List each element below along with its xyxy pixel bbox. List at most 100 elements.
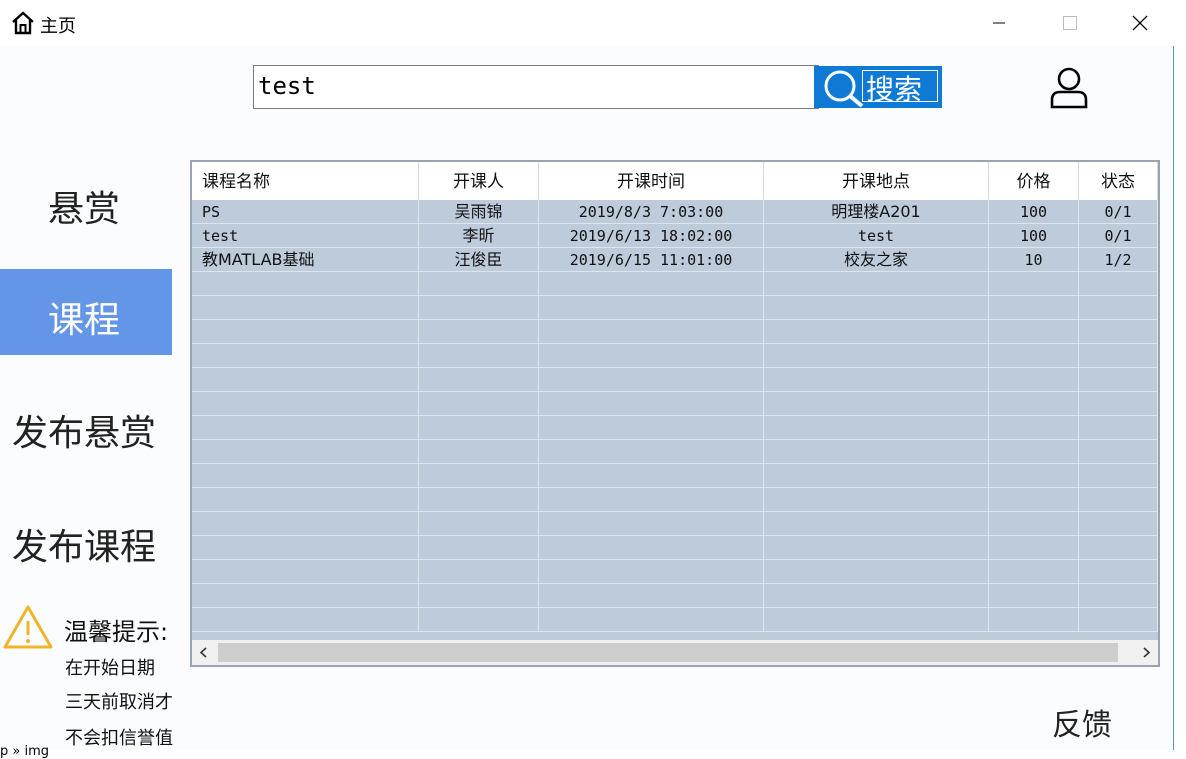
table-row[interactable] bbox=[192, 440, 1158, 464]
table-cell bbox=[192, 512, 419, 536]
table-cell bbox=[539, 512, 764, 536]
table-row[interactable] bbox=[192, 608, 1158, 632]
table-cell bbox=[192, 488, 419, 512]
warning-icon bbox=[3, 605, 53, 649]
column-header-status[interactable]: 状态 bbox=[1079, 162, 1158, 200]
table-cell bbox=[1079, 272, 1158, 296]
close-button[interactable] bbox=[1116, 4, 1162, 40]
table-cell bbox=[1079, 560, 1158, 584]
table-cell bbox=[539, 560, 764, 584]
table-row[interactable] bbox=[192, 584, 1158, 608]
table-cell: 汪俊臣 bbox=[419, 248, 539, 272]
table-cell: 100 bbox=[989, 200, 1079, 224]
nav-item-label: 课程 bbox=[48, 300, 121, 341]
table-cell bbox=[1079, 440, 1158, 464]
search-input[interactable] bbox=[258, 68, 808, 104]
table-cell bbox=[192, 392, 419, 416]
table-cell bbox=[192, 272, 419, 296]
table-row[interactable]: 教MATLAB基础 汪俊臣 2019/6/15 11:01:00 校友之家 10 1/2 bbox=[192, 248, 1158, 272]
maximize-icon bbox=[1063, 16, 1077, 30]
table-cell: 教MATLAB基础 bbox=[192, 248, 419, 272]
search-button[interactable]: 搜索 bbox=[814, 66, 942, 108]
table-row[interactable] bbox=[192, 536, 1158, 560]
table-cell: 2019/6/15 11:01:00 bbox=[539, 248, 764, 272]
nav-item-label: 发布课程 bbox=[12, 527, 157, 568]
table-cell bbox=[989, 272, 1079, 296]
table-row[interactable] bbox=[192, 512, 1158, 536]
horizontal-scrollbar[interactable] bbox=[192, 640, 1158, 665]
nav-item-label: 发布悬赏 bbox=[12, 413, 157, 454]
table-row[interactable] bbox=[192, 488, 1158, 512]
table-cell bbox=[1079, 488, 1158, 512]
table-cell bbox=[989, 368, 1079, 392]
column-header-time[interactable]: 开课时间 bbox=[539, 162, 764, 200]
table-cell bbox=[764, 416, 989, 440]
column-header-instructor[interactable]: 开课人 bbox=[419, 162, 539, 200]
table-cell bbox=[539, 344, 764, 368]
table-cell bbox=[1079, 392, 1158, 416]
table-row[interactable] bbox=[192, 296, 1158, 320]
table-row[interactable] bbox=[192, 464, 1158, 488]
table-cell bbox=[419, 560, 539, 584]
maximize-button[interactable] bbox=[1046, 4, 1092, 40]
table-cell bbox=[989, 392, 1079, 416]
title-bar: 主页 bbox=[0, 0, 1174, 46]
column-header-course-name[interactable]: 课程名称 bbox=[192, 162, 419, 200]
table-row[interactable] bbox=[192, 272, 1158, 296]
nav-item-post-course[interactable]: 发布课程 bbox=[0, 496, 172, 582]
column-header-price[interactable]: 价格 bbox=[989, 162, 1079, 200]
table-cell bbox=[192, 416, 419, 440]
table-row[interactable] bbox=[192, 392, 1158, 416]
table-cell bbox=[192, 536, 419, 560]
nav-item-bounty[interactable]: 悬赏 bbox=[0, 158, 172, 244]
table-cell bbox=[192, 464, 419, 488]
table-row[interactable] bbox=[192, 368, 1158, 392]
table-cell bbox=[764, 560, 989, 584]
table-cell bbox=[989, 560, 1079, 584]
table-cell: 0/1 bbox=[1079, 200, 1158, 224]
table-cell bbox=[1079, 608, 1158, 632]
table-cell bbox=[989, 512, 1079, 536]
table-cell bbox=[419, 320, 539, 344]
column-header-location[interactable]: 开课地点 bbox=[764, 162, 989, 200]
user-icon[interactable] bbox=[1046, 66, 1092, 112]
scroll-right-icon[interactable] bbox=[1134, 640, 1158, 665]
table-cell bbox=[764, 296, 989, 320]
table-cell bbox=[989, 344, 1079, 368]
nav-item-post-bounty[interactable]: 发布悬赏 bbox=[0, 384, 172, 470]
table-cell bbox=[419, 584, 539, 608]
table-cell bbox=[989, 584, 1079, 608]
table-row[interactable]: PS 吴雨锦 2019/8/3 7:03:00 明理楼A201 100 0/1 bbox=[192, 200, 1158, 224]
table-cell bbox=[764, 512, 989, 536]
table-cell bbox=[764, 320, 989, 344]
feedback-link[interactable]: 反馈 bbox=[1052, 700, 1112, 744]
table-cell bbox=[539, 416, 764, 440]
table-cell bbox=[539, 584, 764, 608]
table-cell bbox=[192, 344, 419, 368]
table-row[interactable] bbox=[192, 416, 1158, 440]
search-button-label: 搜索 bbox=[866, 73, 923, 106]
table-cell bbox=[539, 608, 764, 632]
table-cell bbox=[419, 440, 539, 464]
table-row[interactable] bbox=[192, 320, 1158, 344]
table-row[interactable] bbox=[192, 344, 1158, 368]
table-cell bbox=[539, 536, 764, 560]
table-cell bbox=[539, 488, 764, 512]
table-cell bbox=[1079, 296, 1158, 320]
search-icon bbox=[824, 70, 864, 107]
scrollbar-thumb[interactable] bbox=[218, 643, 1118, 662]
scroll-left-icon[interactable] bbox=[192, 640, 216, 665]
tip-title: 温馨提示: bbox=[64, 618, 169, 646]
table-row[interactable] bbox=[192, 560, 1158, 584]
table-cell bbox=[1079, 416, 1158, 440]
table-cell bbox=[192, 320, 419, 344]
table-cell: test bbox=[764, 224, 989, 248]
nav-item-course[interactable]: 课程 bbox=[0, 269, 172, 355]
table-cell bbox=[1079, 320, 1158, 344]
table-cell bbox=[764, 464, 989, 488]
minimize-button[interactable] bbox=[976, 4, 1022, 40]
table-cell bbox=[989, 320, 1079, 344]
tip-line: 不会扣信誉值 bbox=[65, 728, 173, 749]
table-row[interactable]: test 李昕 2019/6/13 18:02:00 test 100 0/1 bbox=[192, 224, 1158, 248]
table-cell bbox=[192, 440, 419, 464]
